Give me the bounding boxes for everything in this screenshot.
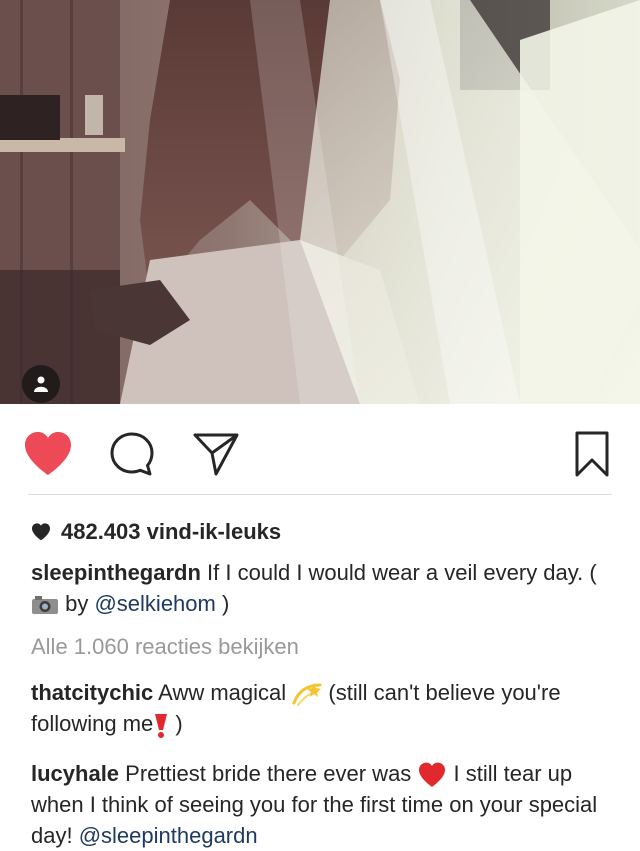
dizzy-emoji-icon xyxy=(292,683,322,707)
comment-item: lucyhale Prettiest bride there ever was … xyxy=(31,758,621,851)
bookmark-icon xyxy=(575,431,609,477)
comment-item: thatcitychic Aww magical (still can't be… xyxy=(31,677,621,739)
user-tag-button[interactable] xyxy=(22,365,60,403)
comment-text-1: Prettiest bride there ever was xyxy=(125,761,418,786)
comment-text-1: Aww magical xyxy=(158,680,293,705)
caption-mention[interactable]: @selkiehom xyxy=(94,591,215,616)
person-icon xyxy=(34,376,48,392)
heavy-exclamation-emoji-icon xyxy=(155,714,168,739)
caption-username[interactable]: sleepinthegardn xyxy=(31,560,201,585)
post-action-bar xyxy=(0,404,640,496)
share-button[interactable] xyxy=(190,428,242,480)
comment-username[interactable]: lucyhale xyxy=(31,761,119,786)
post-image[interactable] xyxy=(0,0,640,404)
comment-button[interactable] xyxy=(106,428,158,480)
caption: sleepinthegardn If I could I would wear … xyxy=(31,557,621,619)
caption-text-1: If I could I would wear a veil every day… xyxy=(207,560,597,585)
small-heart-icon xyxy=(32,523,50,541)
comment-mention[interactable]: @sleepinthegardn xyxy=(79,823,258,848)
view-all-comments-link[interactable]: Alle 1.060 reacties bekijken xyxy=(31,631,299,662)
paper-plane-icon xyxy=(193,433,239,476)
heart-icon xyxy=(25,432,71,475)
caption-text-2: by xyxy=(59,591,95,616)
red-heart-emoji-icon xyxy=(419,762,446,788)
post-image-illustration xyxy=(0,0,640,404)
divider xyxy=(28,494,612,495)
camera-emoji-icon xyxy=(32,596,58,615)
caption-text-3: ) xyxy=(215,591,230,616)
comment-username[interactable]: thatcitychic xyxy=(31,680,153,705)
like-button[interactable] xyxy=(22,428,74,480)
save-button[interactable] xyxy=(566,428,618,480)
comment-bubble-icon xyxy=(110,432,154,476)
likes-text: 482.403 vind-ik-leuks xyxy=(61,519,282,544)
comment-text-3: ) xyxy=(169,711,183,736)
likes-count[interactable]: 482.403 vind-ik-leuks xyxy=(31,517,281,547)
